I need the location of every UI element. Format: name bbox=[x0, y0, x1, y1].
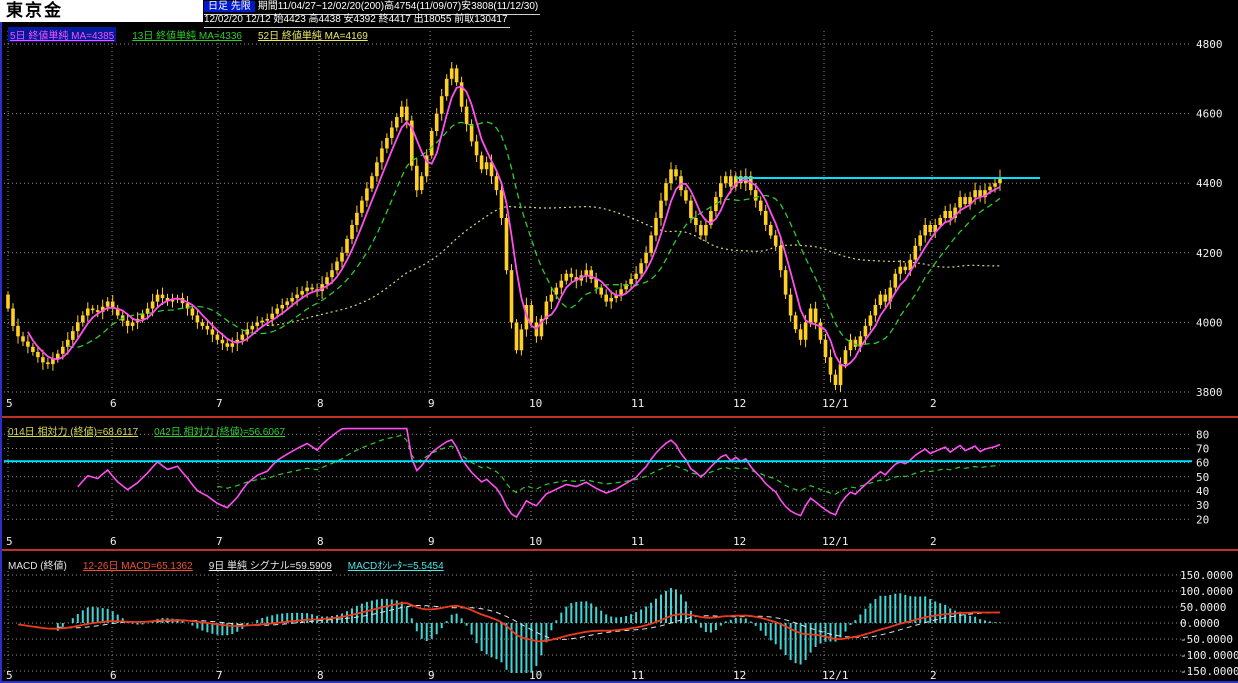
chart-info-line1: 日足 先限 期間11/04/27~12/02/20(200)高4754(11/09… bbox=[204, 1, 541, 15]
svg-text:12/1: 12/1 bbox=[822, 669, 849, 682]
rsi-panel bbox=[4, 427, 1192, 519]
svg-text:4400: 4400 bbox=[1196, 177, 1223, 190]
svg-text:-150.0000: -150.0000 bbox=[1180, 665, 1238, 678]
svg-text:60: 60 bbox=[1196, 457, 1209, 470]
svg-text:10: 10 bbox=[529, 535, 542, 548]
svg-text:20: 20 bbox=[1196, 513, 1209, 526]
svg-text:50: 50 bbox=[1196, 471, 1209, 484]
horizontal-gridlines-and-y-labels: 4800 4600 4400 4200 4000 3800 80 706050403020 15… bbox=[4, 38, 1238, 678]
svg-text:7: 7 bbox=[216, 669, 223, 682]
svg-text:-50.0000: -50.0000 bbox=[1180, 633, 1233, 646]
svg-text:7: 7 bbox=[216, 535, 223, 548]
macd-legend: MACD (終値) 12-26日 MACD=65.1362 9日 単純 シグナル=5… bbox=[8, 557, 444, 572]
svg-text:2: 2 bbox=[930, 397, 937, 410]
legend-item[interactable]: MACD (終値) bbox=[8, 557, 67, 572]
svg-text:-100.0000: -100.0000 bbox=[1180, 649, 1238, 662]
x-axis-labels: 5 6 7 8 9 10 11 12 12/1 25 6 7 8 9 10 11 12 12/1 25 6 7 8 9 10 1… bbox=[6, 397, 937, 682]
svg-text:9: 9 bbox=[428, 397, 435, 410]
svg-text:9: 9 bbox=[428, 535, 435, 548]
svg-text:4800: 4800 bbox=[1196, 38, 1223, 51]
charts-svg: 4800 4600 4400 4200 4000 3800 80 706050403020 15… bbox=[0, 0, 1238, 683]
legend-item[interactable]: 13日 終値単純 MA=4336 bbox=[132, 27, 242, 42]
macd-panel bbox=[17, 588, 1001, 673]
svg-text:3800: 3800 bbox=[1196, 386, 1223, 399]
svg-text:100.0000: 100.0000 bbox=[1180, 585, 1233, 598]
svg-text:10: 10 bbox=[529, 397, 542, 410]
legend-item[interactable]: 52日 終値単純 MA=4169 bbox=[258, 27, 368, 42]
chart-type-chip[interactable]: 日足 先限 bbox=[204, 1, 255, 12]
svg-text:2: 2 bbox=[930, 535, 937, 548]
svg-text:7: 7 bbox=[216, 397, 223, 410]
svg-text:6: 6 bbox=[110, 669, 117, 682]
svg-text:9: 9 bbox=[428, 669, 435, 682]
svg-text:11: 11 bbox=[631, 669, 644, 682]
svg-text:12: 12 bbox=[733, 397, 746, 410]
legend-item[interactable]: 5日 終値単純 MA=4385 bbox=[8, 27, 117, 42]
legend-item[interactable]: 042日 相対力 (終値)=56.6067 bbox=[154, 423, 285, 438]
svg-text:0.0000: 0.0000 bbox=[1180, 617, 1220, 630]
window-frame bbox=[0, 0, 1238, 683]
svg-text:8: 8 bbox=[317, 669, 324, 682]
svg-text:30: 30 bbox=[1196, 499, 1209, 512]
candles bbox=[6, 62, 1002, 392]
svg-text:4000: 4000 bbox=[1196, 316, 1223, 329]
legend-item[interactable]: MACDｵｼﾚｰﾀｰ=5.5454 bbox=[348, 557, 444, 572]
svg-text:12/1: 12/1 bbox=[822, 397, 849, 410]
svg-text:11: 11 bbox=[631, 535, 644, 548]
legend-item[interactable]: 9日 単純 シグナル=59.5909 bbox=[209, 557, 332, 572]
price-panel bbox=[6, 62, 1040, 392]
svg-text:2: 2 bbox=[930, 669, 937, 682]
svg-text:5: 5 bbox=[6, 669, 13, 682]
legend-item[interactable]: 014日 相対力 (終値)=68.6117 bbox=[8, 423, 138, 438]
macd-histogram bbox=[56, 588, 1001, 673]
quote-info: 12/02/20 12/12 始4423 高4438 安4392 終4417 出… bbox=[204, 14, 510, 28]
svg-text:8: 8 bbox=[317, 397, 324, 410]
svg-text:4600: 4600 bbox=[1196, 108, 1223, 121]
svg-text:50.0000: 50.0000 bbox=[1180, 601, 1226, 614]
price-legend: 5日 終値単純 MA=4385 13日 終値単純 MA=4336 52日 終値単純 … bbox=[8, 27, 368, 42]
svg-text:12/1: 12/1 bbox=[822, 535, 849, 548]
svg-text:8: 8 bbox=[317, 535, 324, 548]
svg-text:12: 12 bbox=[733, 535, 746, 548]
legend-item[interactable]: 12-26日 MACD=65.1362 bbox=[83, 557, 193, 572]
rsi-legend: 014日 相対力 (終値)=68.6117 042日 相対力 (終値)=56.60… bbox=[8, 423, 285, 438]
svg-text:4200: 4200 bbox=[1196, 247, 1223, 260]
svg-text:5: 5 bbox=[6, 397, 13, 410]
chart-terminal: 東京金 日足 先限 期間11/04/27~12/02/20(200)高4754(1… bbox=[0, 0, 1238, 683]
instrument-title: 東京金 bbox=[0, 0, 203, 22]
chart-info-line2: 12/02/20 12/12 始4423 高4438 安4392 終4417 出… bbox=[204, 14, 510, 28]
svg-text:40: 40 bbox=[1196, 485, 1209, 498]
svg-text:150.0000: 150.0000 bbox=[1180, 569, 1233, 582]
period-info: 期間11/04/27~12/02/20(200)高4754(11/09/07)安… bbox=[257, 1, 539, 12]
svg-text:11: 11 bbox=[631, 397, 644, 410]
svg-text:12: 12 bbox=[733, 669, 746, 682]
svg-text:6: 6 bbox=[110, 535, 117, 548]
svg-text:80: 80 bbox=[1196, 428, 1209, 441]
svg-text:5: 5 bbox=[6, 535, 13, 548]
svg-text:70: 70 bbox=[1196, 443, 1209, 456]
svg-text:6: 6 bbox=[110, 397, 117, 410]
